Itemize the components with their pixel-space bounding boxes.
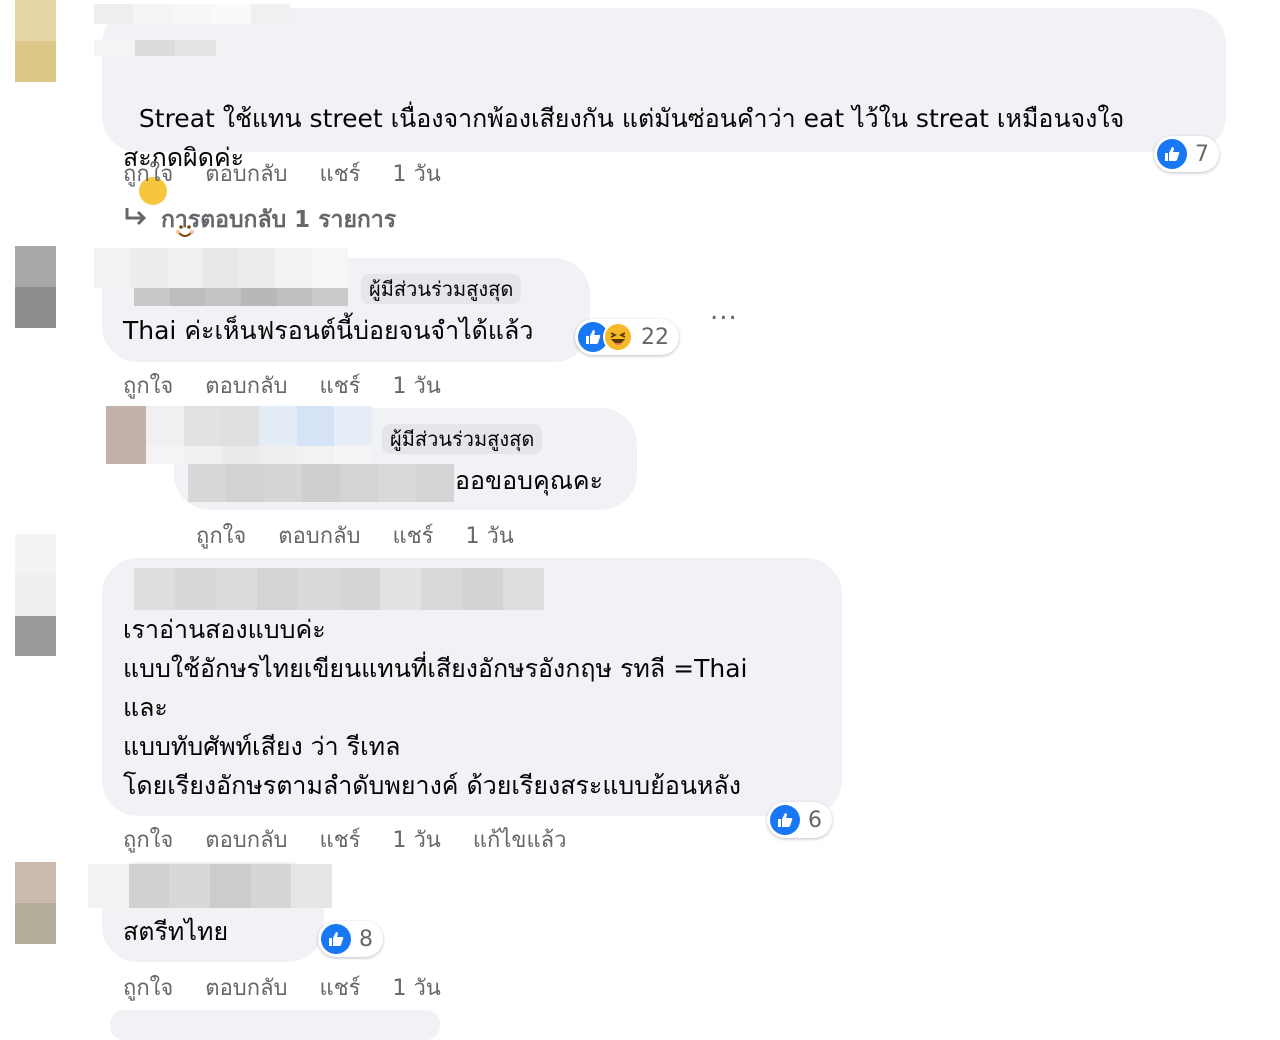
reaction-count: 6 bbox=[808, 807, 822, 833]
share-link[interactable]: แชร์ bbox=[320, 368, 361, 403]
reply-link[interactable]: ตอบกลับ bbox=[278, 518, 360, 553]
avatar[interactable] bbox=[15, 862, 93, 944]
commenter-name-blurred[interactable] bbox=[94, 40, 216, 56]
comment-text: ออขอบคุณคะ bbox=[455, 466, 604, 495]
comment-actions: ถูกใจ ตอบกลับ แชร์ 1 วัน bbox=[123, 368, 473, 403]
reaction-count: 7 bbox=[1195, 141, 1209, 167]
share-link[interactable]: แชร์ bbox=[393, 518, 434, 553]
avatar[interactable] bbox=[106, 406, 146, 464]
commenter-name-blurred[interactable] bbox=[94, 248, 348, 288]
avatar[interactable] bbox=[15, 0, 93, 82]
thumbs-up-icon bbox=[770, 805, 800, 835]
reply-arrow-icon bbox=[123, 206, 149, 234]
comment-text: เราอ่านสองแบบค่ะ แบบใช้อักษรไทยเขียนแทนท… bbox=[123, 615, 748, 800]
timestamp[interactable]: 1 วัน bbox=[392, 822, 440, 857]
reply-link[interactable]: ตอบกลับ bbox=[205, 368, 287, 403]
comment-text: สตรีทไทย bbox=[123, 917, 229, 946]
commenter-name-blurred[interactable] bbox=[88, 864, 332, 908]
commenter-name-blurred[interactable] bbox=[134, 568, 546, 610]
comment-actions: ถูกใจ ตอบกลับ แชร์ 1 วัน bbox=[196, 518, 546, 553]
reply-link[interactable]: ตอบกลับ bbox=[205, 822, 287, 857]
timestamp[interactable]: 1 วัน bbox=[392, 368, 440, 403]
haha-emoji-icon bbox=[603, 322, 633, 352]
comment-actions: ถูกใจ ตอบกลับ แชร์ 1 วัน bbox=[123, 156, 473, 191]
reply-link[interactable]: ตอบกลับ bbox=[205, 970, 287, 1005]
share-link[interactable]: แชร์ bbox=[320, 970, 361, 1005]
comment-actions: ถูกใจ ตอบกลับ แชร์ 1 วัน bbox=[123, 970, 473, 1005]
like-link[interactable]: ถูกใจ bbox=[123, 368, 173, 403]
mentioned-name-blurred[interactable] bbox=[188, 464, 454, 502]
reaction-summary[interactable]: 22 bbox=[575, 319, 679, 355]
commenter-name-blurred[interactable] bbox=[134, 288, 348, 306]
commenter-name-blurred[interactable] bbox=[146, 446, 372, 464]
more-options-button[interactable]: ... bbox=[710, 296, 738, 326]
timestamp[interactable]: 1 วัน bbox=[465, 518, 513, 553]
like-link[interactable]: ถูกใจ bbox=[123, 822, 173, 857]
reaction-count: 22 bbox=[641, 324, 669, 350]
reaction-summary[interactable]: 8 bbox=[318, 921, 383, 957]
reply-link[interactable]: ตอบกลับ bbox=[205, 156, 287, 191]
commenter-name-blurred[interactable] bbox=[146, 406, 372, 446]
avatar[interactable] bbox=[15, 246, 93, 328]
share-link[interactable]: แชร์ bbox=[320, 156, 361, 191]
timestamp[interactable]: 1 วัน bbox=[392, 970, 440, 1005]
reaction-summary[interactable]: 6 bbox=[767, 802, 832, 838]
avatar[interactable] bbox=[15, 534, 93, 656]
comment-actions: ถูกใจ ตอบกลับ แชร์ 1 วัน แก้ไขแล้ว bbox=[123, 822, 598, 857]
timestamp[interactable]: 1 วัน bbox=[392, 156, 440, 191]
reaction-summary[interactable]: 7 bbox=[1154, 136, 1219, 172]
thumbs-up-icon bbox=[1157, 139, 1187, 169]
reaction-count: 8 bbox=[359, 926, 373, 952]
share-link[interactable]: แชร์ bbox=[320, 822, 361, 857]
view-replies-link[interactable]: การตอบกลับ 1 รายการ bbox=[123, 202, 396, 238]
top-fan-badge[interactable]: ผู้มีส่วนร่วมสูงสุด bbox=[382, 424, 543, 454]
commenter-name-blurred[interactable] bbox=[94, 4, 290, 24]
like-link[interactable]: ถูกใจ bbox=[196, 518, 246, 553]
edited-label[interactable]: แก้ไขแล้ว bbox=[473, 822, 567, 857]
like-link[interactable]: ถูกใจ bbox=[123, 156, 173, 191]
comment-text: Thai ค่ะเห็นฟรอนต์นี้บ่อยจนจำได้แล้ว bbox=[123, 316, 534, 345]
thumbs-up-icon bbox=[321, 924, 351, 954]
like-link[interactable]: ถูกใจ bbox=[123, 970, 173, 1005]
top-fan-badge[interactable]: ผู้มีส่วนร่วมสูงสุด bbox=[361, 274, 522, 304]
